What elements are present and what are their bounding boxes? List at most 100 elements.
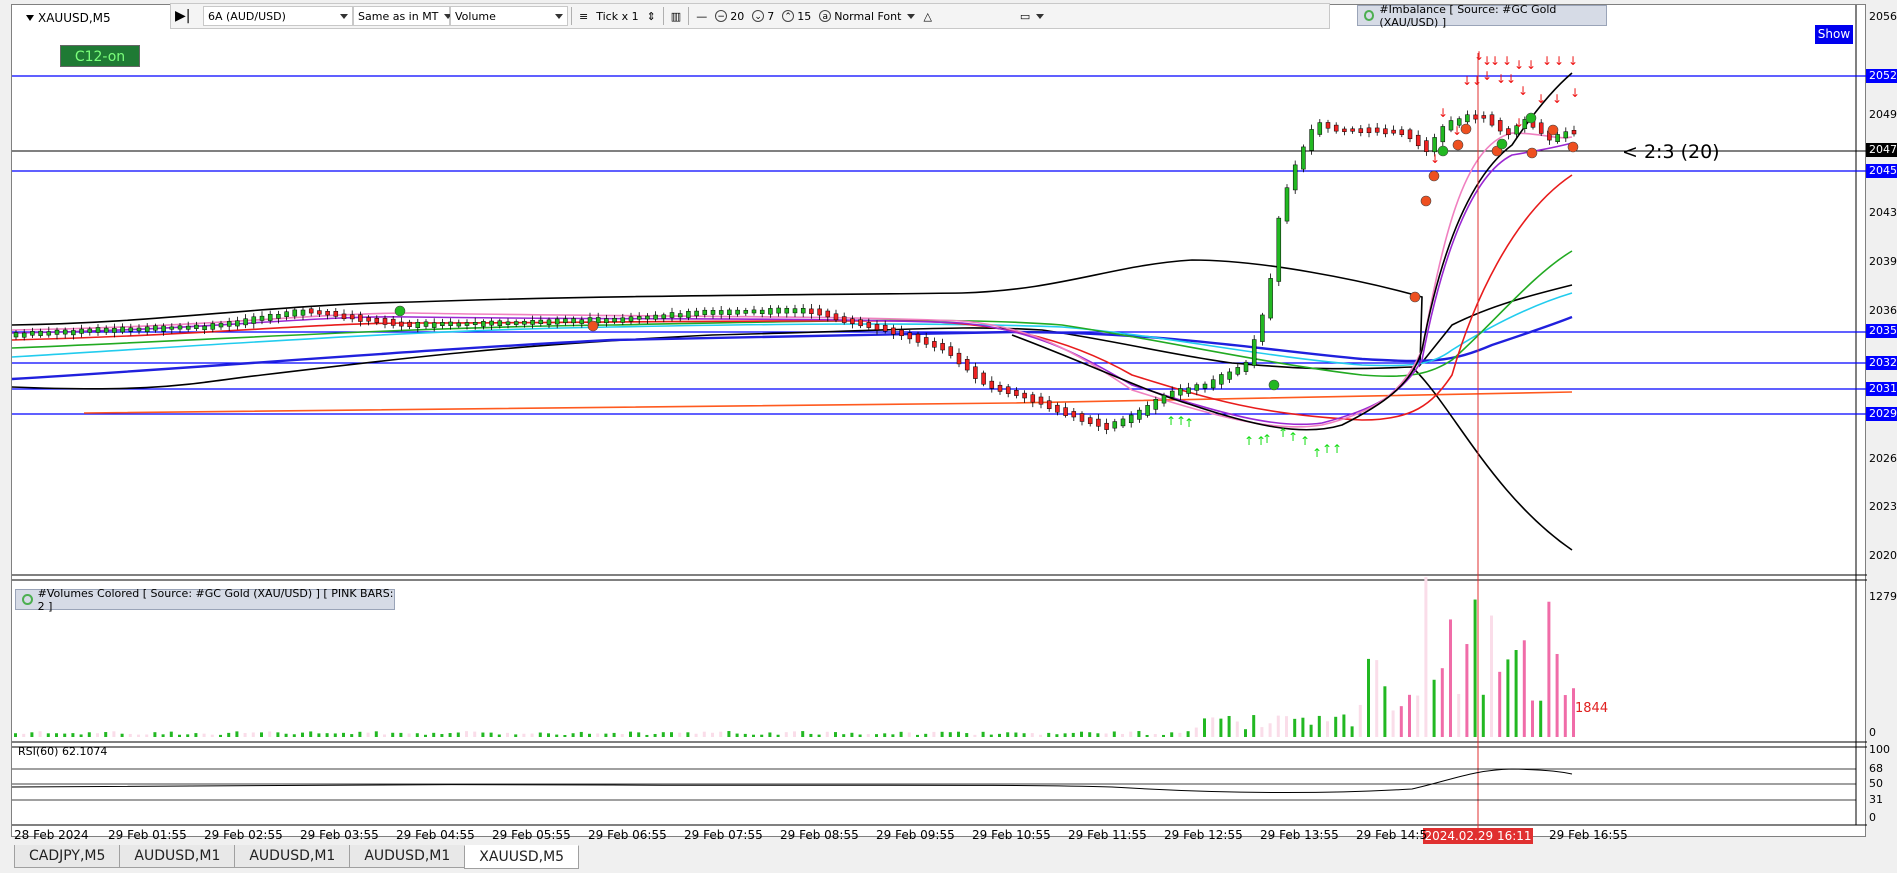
volume-bar (350, 734, 354, 737)
sell-arrow-icon: ↓ (1438, 106, 1448, 120)
chart-title: XAUUSD,M5 (26, 11, 111, 25)
c12-toggle-button[interactable]: C12-on (60, 45, 140, 67)
volume-bar (1547, 601, 1551, 737)
volume-bar (104, 732, 108, 737)
sell-arrow-icon: ↓ (1570, 86, 1580, 100)
indicator-gear-icon (22, 594, 33, 605)
candle (300, 307, 306, 320)
volume-bar (448, 733, 452, 737)
imbalance-indicator-label[interactable]: #Imbalance [ Source: #GC Gold (XAU/USD) … (1357, 3, 1607, 29)
volume-bar (1227, 715, 1231, 737)
volume-bar (1121, 733, 1124, 737)
volume-bar (907, 732, 911, 737)
volume-bar (1498, 671, 1502, 737)
candle (1571, 125, 1577, 137)
play-button[interactable]: ▶| (171, 6, 203, 26)
volume-bar (981, 731, 985, 737)
line-icon[interactable]: — (692, 6, 711, 26)
price-tick: 2020 (1869, 549, 1897, 562)
volume-bar (22, 733, 26, 737)
moving-averages (12, 72, 1573, 551)
candle (1186, 382, 1191, 397)
rsi-levels (12, 768, 1856, 801)
volume-bar (1440, 668, 1444, 737)
value2-stepper[interactable]: ⌄ 7 (748, 6, 778, 26)
sell-arrow-icon: ↓ (1526, 58, 1536, 72)
volume-bar (1096, 733, 1100, 737)
volume-bar (333, 733, 337, 737)
candle (1407, 127, 1413, 143)
volume-bar (522, 733, 526, 737)
volume-bar (694, 733, 698, 737)
volume-bar (973, 734, 977, 737)
volume-bar (1424, 577, 1428, 737)
tab-xauusd[interactable]: XAUUSD,M5 (464, 845, 580, 869)
volume-bar (1162, 734, 1165, 737)
volume-bar (1334, 716, 1338, 737)
candle (423, 319, 429, 330)
show-button[interactable]: Show (1815, 25, 1853, 44)
signal-dot (1496, 138, 1508, 150)
volume-bar (219, 734, 222, 737)
volume-bar (1129, 731, 1133, 737)
volume-bar (850, 732, 854, 737)
buy-arrow-icon: ↑ (1184, 416, 1194, 430)
volume-bar (1260, 727, 1264, 737)
volume-bar (719, 731, 723, 737)
signal-dot (1526, 147, 1538, 159)
volume-bar (1137, 731, 1141, 737)
tab-cadjpy[interactable]: CADJPY,M5 (14, 845, 121, 868)
sell-arrow-icon: ↓ (1462, 74, 1472, 88)
value3-stepper[interactable]: ⌃ 15 (778, 6, 815, 26)
candle (95, 324, 101, 336)
chevron-down-icon (555, 13, 563, 19)
font-select[interactable]: a Normal Font (815, 6, 919, 26)
mode-select[interactable]: Volume (450, 6, 568, 26)
buy-arrow-icon: ↑ (1244, 434, 1254, 448)
value1-stepper[interactable]: −20 (711, 6, 748, 26)
volume-bar (1211, 717, 1215, 737)
sell-arrow-icon: ↓ (1542, 54, 1552, 68)
tick-icon[interactable]: ≡ (575, 6, 592, 26)
volume-bar (620, 734, 624, 737)
volume-bar (612, 732, 616, 737)
candle (751, 305, 757, 316)
buy-arrow-icon: ↑ (1166, 414, 1176, 428)
time-tick: 29 Feb 05:55 (492, 828, 571, 842)
sell-arrow-icon: ↓ (1502, 54, 1512, 68)
window-icon[interactable]: ▭ (1016, 6, 1048, 26)
candle (1030, 391, 1036, 408)
volume-bar (497, 734, 501, 737)
collapse-triangle-icon[interactable] (26, 15, 34, 21)
bars-icon[interactable]: ▥ (667, 6, 685, 26)
volume-bar (325, 733, 329, 737)
volume-bar (1153, 734, 1157, 737)
volume-bar (432, 732, 436, 737)
tab-audusd-2[interactable]: AUDUSD,M1 (234, 845, 351, 868)
volume-bar (604, 733, 608, 737)
volume-bar (1506, 659, 1510, 737)
candle (956, 348, 962, 368)
volume-indicator-label[interactable]: #Volumes Colored [ Source: #GC Gold (XAU… (15, 587, 395, 613)
volume-bar (538, 732, 542, 737)
volume-bar (227, 732, 231, 737)
tab-audusd-3[interactable]: AUDUSD,M1 (349, 845, 466, 868)
volume-bar (514, 734, 518, 737)
candle (973, 362, 978, 384)
chart-window[interactable]: ↓ ↓ ↓ ↓ ↓ ↓ ↓ ↓ ↓ ↓ ↓ ↓ ↓ ↓ ↓ ↓ ↓ ↓ ↓ ↓ ↓ ↓ ↑ ↑ ↑ ↑ ↑ ↑ ↑ ↑ ↑ ↑ ↑ ↑ XAUUS… (11, 4, 1867, 844)
candle (932, 337, 937, 352)
candle (1481, 111, 1487, 123)
signal-dot (587, 320, 599, 332)
symbol-select[interactable]: 6A (AUD/USD) (203, 6, 353, 26)
buy-arrow-icon: ↑ (1322, 442, 1332, 456)
compress-icon[interactable]: ⇕ (643, 6, 660, 26)
candle (1137, 407, 1142, 423)
candle (891, 324, 896, 340)
chart-symbol-label: XAUUSD,M5 (38, 11, 111, 25)
volume-bar (1203, 718, 1206, 737)
sell-arrow-icon: ↓ (1506, 72, 1516, 86)
volume-bar (1481, 694, 1485, 737)
timeframe-select[interactable]: Same as in MT (353, 6, 453, 26)
shape-icon[interactable]: △ (919, 6, 935, 26)
tab-audusd-1[interactable]: AUDUSD,M1 (119, 845, 236, 868)
